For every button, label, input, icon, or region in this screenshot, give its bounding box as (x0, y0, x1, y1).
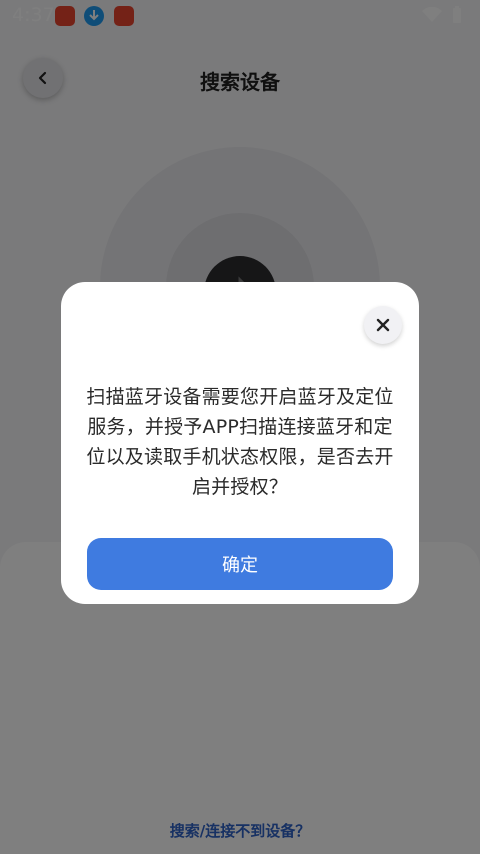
dialog-message: 扫描蓝牙设备需要您开启蓝牙及定位服务，并授予APP扫描连接蓝牙和定位以及读取手机… (86, 386, 394, 498)
confirm-button[interactable]: 确定 (87, 538, 393, 590)
permission-dialog: 扫描蓝牙设备需要您开启蓝牙及定位服务，并授予APP扫描连接蓝牙和定位以及读取手机… (61, 282, 419, 604)
close-button[interactable] (364, 306, 402, 344)
close-icon (376, 318, 390, 332)
